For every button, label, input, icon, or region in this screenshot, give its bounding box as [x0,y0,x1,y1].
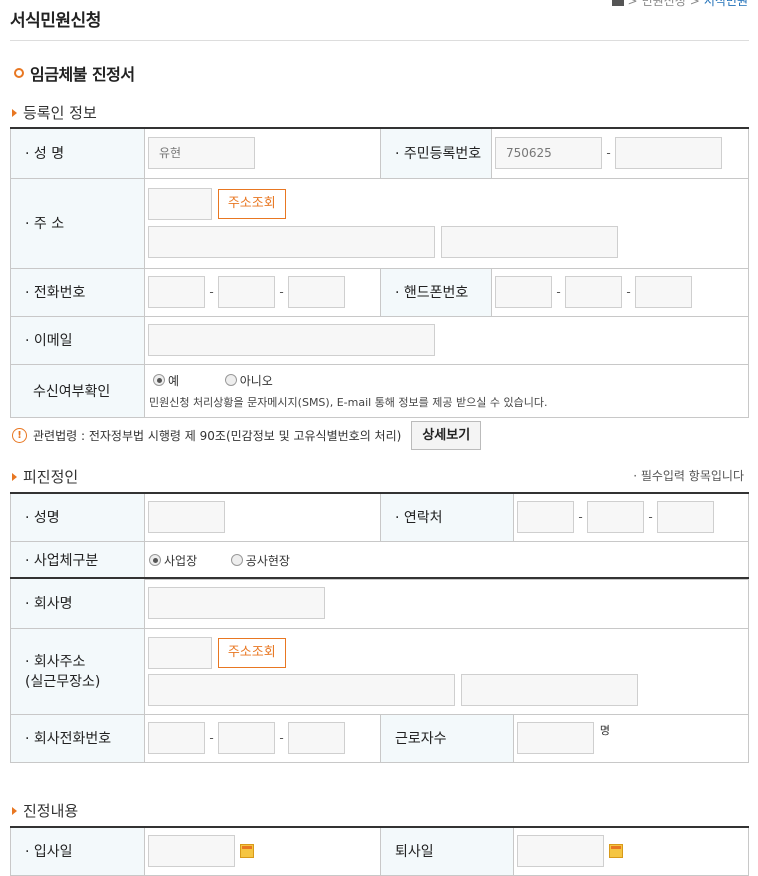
receive-label: 수신여부확인 [10,363,145,418]
contact-field-2[interactable] [587,501,644,534]
rrn-label: · 주민등록번호 [380,127,492,179]
company-name-label: · 회사명 [10,577,145,629]
respondent-name-label: · 성명 [10,492,145,542]
company-address-label: · 회사주소 (실근무장소) [10,627,145,715]
phone-field-3[interactable] [288,276,345,308]
workers-field[interactable] [517,722,594,754]
receive-yes-radio[interactable] [153,374,165,386]
required-note: · 필수입력 항목입니다 [633,469,744,483]
email-field[interactable] [148,324,435,356]
zipcode-field[interactable] [148,188,212,220]
breadcrumb-item[interactable]: 민원신청 [642,0,686,9]
law-notice: ! 관련법령 : 전자정부법 시행령 제 90조(민감정보 및 고유식별번호의 … [12,421,482,450]
address-label: · 주 소 [10,177,145,269]
company-zipcode-field[interactable] [148,636,212,669]
mobile-field-3[interactable] [635,276,692,308]
receive-no-label: 아니오 [239,373,273,388]
phone-label: · 전화번호 [10,267,145,317]
biz-type-label: · 사업체구분 [10,540,145,580]
respondent-table-1: · 성명 · 연락처 -- · 사업체구분 사업장 공사현장 [10,492,749,580]
receive-yes-label: 예 [168,373,180,388]
bullet-ring-icon [14,68,24,78]
rrn-first-field[interactable]: 750625 [495,137,602,170]
respondent-contact-label: · 연락처 [380,492,514,542]
biz-construction-radio[interactable] [230,554,243,566]
address-detail-field[interactable] [440,226,618,258]
company-address-field[interactable] [148,673,455,706]
phone-field-2[interactable] [218,276,275,308]
section-respondent-title: 피진정인 [12,466,78,487]
company-phone-label: · 회사전화번호 [10,713,145,763]
section-registrant-title: 등록인 정보 [12,102,97,123]
warning-icon: ! [12,428,27,443]
company-address-search-button[interactable]: 주소조회 [217,637,286,668]
home-icon[interactable] [611,0,624,6]
title-divider [10,40,749,41]
mobile-field-1[interactable] [495,276,552,308]
calendar-icon[interactable] [240,844,254,859]
leave-date-field[interactable] [517,835,604,868]
calendar-icon[interactable] [609,844,623,859]
join-date-field[interactable] [148,835,235,868]
company-phone-field-2[interactable] [218,722,275,754]
detail-view-button[interactable]: 상세보기 [411,421,482,450]
breadcrumb-current: 서식민원 [703,0,748,8]
biz-construction-label: 공사현장 [245,553,290,568]
company-address-detail-field[interactable] [460,673,638,706]
section-content-title: 진정내용 [12,800,78,821]
leave-date-label: 퇴사일 [380,826,514,876]
form-title: 임금체불 진정서 [14,61,135,85]
phone-field-1[interactable] [148,276,205,308]
workers-unit: 명 [599,724,610,737]
breadcrumb: > 민원신청 > 서식민원 [611,0,748,9]
company-phone-field-1[interactable] [148,722,205,754]
receive-note: 민원신청 처리상황을 문자메시지(SMS), E-mail 통해 정보를 제공 … [149,395,548,409]
address-search-button[interactable]: 주소조회 [217,189,286,219]
contact-field-1[interactable] [517,501,574,534]
address-field[interactable] [148,226,435,258]
join-date-label: · 입사일 [10,826,145,876]
section-arrow-icon [12,108,17,117]
rrn-second-field[interactable] [615,137,722,170]
biz-site-radio[interactable] [149,554,161,566]
content-table: · 입사일 퇴사일 [10,826,749,876]
page-title: 서식민원신청 [10,11,101,31]
company-name-field[interactable] [148,587,325,620]
name-label: · 성 명 [10,127,145,179]
respondent-name-field[interactable] [148,501,225,534]
section-arrow-icon [12,806,17,815]
company-phone-field-3[interactable] [288,722,345,754]
law-notice-text: 관련법령 : 전자정부법 시행령 제 90조(민감정보 및 고유식별번호의 처리… [33,429,402,443]
respondent-table-2: · 회사명 · 회사주소 (실근무장소) 주소조회 · 회사전화번호 -- 근로… [10,577,749,763]
workers-label: 근로자수 [380,713,514,763]
mobile-field-2[interactable] [565,276,622,308]
mobile-label: · 핸드폰번호 [380,267,492,317]
contact-field-3[interactable] [657,501,714,534]
biz-site-label: 사업장 [164,553,198,568]
section-arrow-icon [12,472,17,481]
email-label: · 이메일 [10,315,145,365]
name-field[interactable]: 유현 [148,137,255,170]
registrant-table: · 성 명 유현 · 주민등록번호 750625- · 주 소 주소조회 · 전… [10,127,749,418]
receive-no-radio[interactable] [224,374,237,386]
